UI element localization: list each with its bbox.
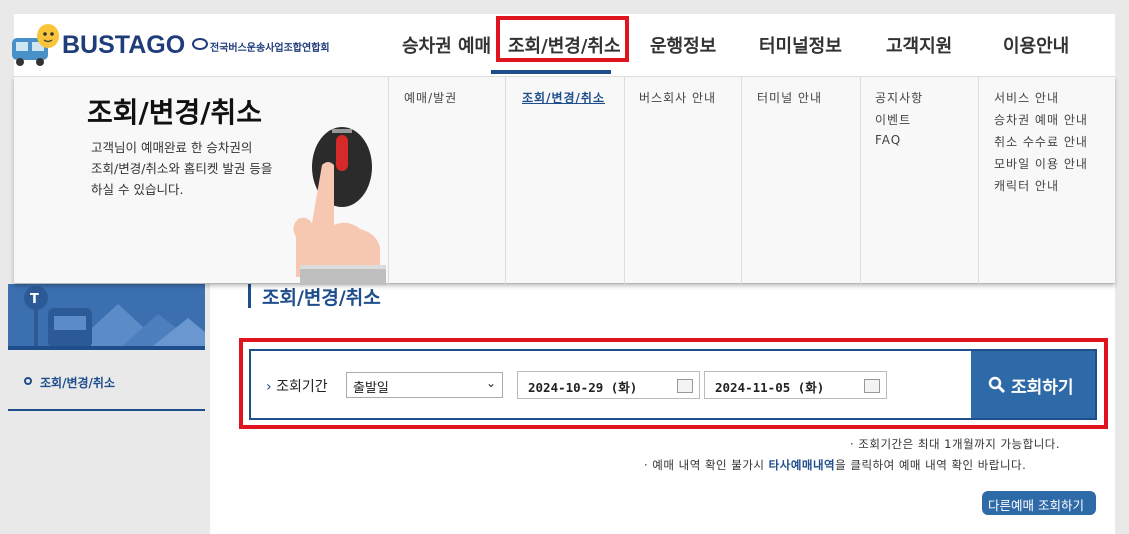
sidebar-bottom-line — [8, 409, 205, 411]
column-divider — [741, 77, 742, 284]
heading-accent — [248, 284, 251, 308]
sidebar-item-label: 조회/변경/취소 — [40, 376, 116, 390]
menu-link-bus-company[interactable]: 버스회사 안내 — [639, 89, 716, 106]
note-text: 을 클릭하여 예매 내역 확인 바랍니다. — [835, 458, 1027, 472]
other-reservation-button[interactable]: 다른예매 조회하기 — [982, 491, 1096, 515]
menu-link-service[interactable]: 서비스 안내 — [994, 89, 1059, 106]
nav-customer-support[interactable]: 고객지원 — [886, 32, 952, 58]
mega-menu: 조회/변경/취소 고객님이 예매완료 한 승차권의 조회/변경/취소와 홈티켓 … — [14, 76, 1115, 285]
nav-terminal-info[interactable]: 터미널정보 — [759, 32, 842, 58]
mega-menu-description: 고객님이 예매완료 한 승차권의 — [91, 140, 253, 155]
nav-operation-info[interactable]: 운행정보 — [650, 32, 716, 58]
sidebar-banner: T — [8, 284, 205, 350]
menu-link-fee-guide[interactable]: 취소 수수료 안내 — [994, 133, 1088, 150]
nav-ticket-reservation[interactable]: 승차권 예매 — [402, 32, 491, 58]
page: T 조회/변경/취소 조회/변경/취소 › 조회기간 출발일 ⌄ 2024-10… — [0, 0, 1129, 534]
note-other-reservations: · 예매 내역 확인 불가시 타사예매내역을 클릭하여 예매 내역 확인 바랍니… — [644, 457, 1026, 473]
svg-text:T: T — [30, 292, 39, 307]
menu-link-notice[interactable]: 공지사항 — [875, 89, 923, 106]
menu-link-reservation[interactable]: 예매/발권 — [404, 89, 457, 106]
nav-active-indicator — [491, 70, 611, 74]
menu-link-inquiry[interactable]: 조회/변경/취소 — [522, 89, 605, 106]
mouse-click-illustration — [293, 127, 386, 285]
nav-usage-guide[interactable]: 이용안내 — [1003, 32, 1069, 58]
menu-link-faq[interactable]: FAQ — [875, 133, 901, 147]
column-divider — [505, 77, 506, 284]
column-divider — [388, 77, 389, 284]
mega-menu-description: 조회/변경/취소와 홈티켓 발권 등을 — [91, 161, 273, 176]
mega-menu-description: 하실 수 있습니다. — [91, 182, 184, 197]
menu-link-event[interactable]: 이벤트 — [875, 111, 911, 128]
menu-link-ticket-guide[interactable]: 승차권 예매 안내 — [994, 111, 1088, 128]
org-name: 전국버스운송사업조합연합회 — [210, 43, 330, 54]
column-divider — [624, 77, 625, 284]
org-mark-icon — [192, 38, 208, 50]
menu-link-character[interactable]: 캐릭터 안내 — [994, 177, 1059, 194]
other-reservation-label: 다른예매 조회하기 — [988, 498, 1084, 513]
other-reservation-link[interactable]: 타사예매내역 — [769, 458, 835, 472]
column-divider — [860, 77, 861, 284]
menu-link-terminal[interactable]: 터미널 안내 — [757, 89, 822, 106]
page-title: 조회/변경/취소 — [262, 287, 381, 309]
sidebar-item-inquiry[interactable]: 조회/변경/취소 — [24, 374, 115, 391]
highlight-box-nav — [496, 16, 629, 62]
logo-text[interactable]: BUSTAGO — [62, 31, 185, 60]
note-period: · 조회기간은 최대 1개월까지 가능합니다. — [850, 437, 1061, 451]
note-text: · 예매 내역 확인 불가시 — [644, 458, 769, 472]
column-divider — [978, 77, 979, 284]
mega-menu-title: 조회/변경/취소 — [87, 96, 263, 129]
highlight-box-search — [239, 338, 1108, 429]
sidebar-divider — [8, 346, 205, 350]
menu-link-mobile-guide[interactable]: 모바일 이용 안내 — [994, 155, 1088, 172]
